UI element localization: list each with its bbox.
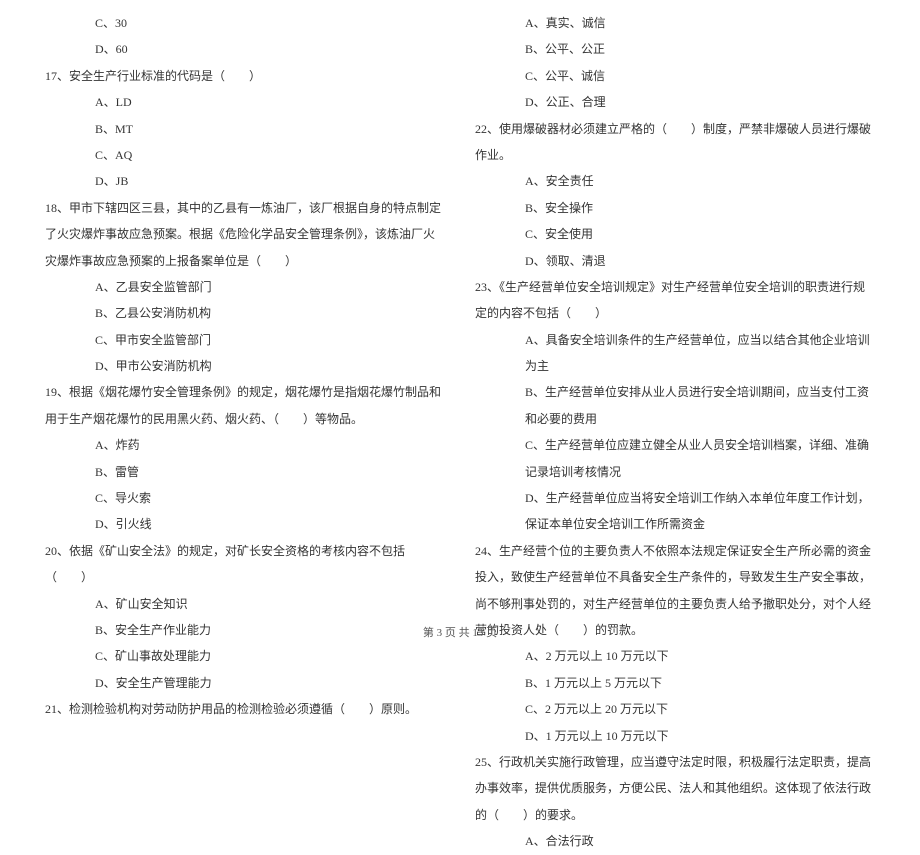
option: C、矿山事故处理能力: [45, 643, 445, 669]
option: B、公平、公正: [475, 36, 875, 62]
option: B、安全操作: [475, 195, 875, 221]
question-25: 25、行政机关实施行政管理，应当遵守法定时限，积极履行法定职责，提高办事效率，提…: [475, 749, 875, 828]
option: C、生产经营单位应建立健全从业人员安全培训档案，详细、准确记录培训考核情况: [475, 432, 875, 485]
option: C、安全使用: [475, 221, 875, 247]
option: A、乙县安全监管部门: [45, 274, 445, 300]
option: B、MT: [45, 116, 445, 142]
option: A、合法行政: [475, 828, 875, 854]
page-container: C、30 D、60 17、安全生产行业标准的代码是（ ） A、LD B、MT C…: [0, 0, 920, 855]
option: D、甲市公安消防机构: [45, 353, 445, 379]
option: A、矿山安全知识: [45, 591, 445, 617]
option: D、安全生产管理能力: [45, 670, 445, 696]
option: A、LD: [45, 89, 445, 115]
option: C、导火索: [45, 485, 445, 511]
option: D、JB: [45, 168, 445, 194]
left-column: C、30 D、60 17、安全生产行业标准的代码是（ ） A、LD B、MT C…: [30, 10, 460, 855]
option: D、引火线: [45, 511, 445, 537]
option: C、公平、诚信: [475, 63, 875, 89]
question-19: 19、根据《烟花爆竹安全管理条例》的规定，烟花爆竹是指烟花爆竹制品和用于生产烟花…: [45, 379, 445, 432]
option: D、1 万元以上 10 万元以下: [475, 723, 875, 749]
option: D、领取、清退: [475, 248, 875, 274]
option: B、1 万元以上 5 万元以下: [475, 670, 875, 696]
question-22: 22、使用爆破器材必须建立严格的（ ）制度，严禁非爆破人员进行爆破作业。: [475, 116, 875, 169]
option: C、30: [45, 10, 445, 36]
option: D、60: [45, 36, 445, 62]
question-20: 20、依据《矿山安全法》的规定，对矿长安全资格的考核内容不包括（ ）: [45, 538, 445, 591]
option: B、生产经营单位安排从业人员进行安全培训期间，应当支付工资和必要的费用: [475, 379, 875, 432]
option: B、雷管: [45, 459, 445, 485]
question-18: 18、甲市下辖四区三县，其中的乙县有一炼油厂，该厂根据自身的特点制定了火灾爆炸事…: [45, 195, 445, 274]
option: A、2 万元以上 10 万元以下: [475, 643, 875, 669]
option: C、甲市安全监管部门: [45, 327, 445, 353]
option: A、炸药: [45, 432, 445, 458]
option: A、真实、诚信: [475, 10, 875, 36]
option: A、具备安全培训条件的生产经营单位，应当以结合其他企业培训为主: [475, 327, 875, 380]
option: B、乙县公安消防机构: [45, 300, 445, 326]
question-17: 17、安全生产行业标准的代码是（ ）: [45, 63, 445, 89]
option: C、AQ: [45, 142, 445, 168]
option: C、2 万元以上 20 万元以下: [475, 696, 875, 722]
question-23: 23、《生产经营单位安全培训规定》对生产经营单位安全培训的职责进行规定的内容不包…: [475, 274, 875, 327]
question-21: 21、检测检验机构对劳动防护用品的检测检验必须遵循（ ）原则。: [45, 696, 445, 722]
option: D、公正、合理: [475, 89, 875, 115]
right-column: A、真实、诚信 B、公平、公正 C、公平、诚信 D、公正、合理 22、使用爆破器…: [460, 10, 890, 855]
page-footer: 第 3 页 共 13 页: [0, 624, 920, 640]
option: A、安全责任: [475, 168, 875, 194]
option: D、生产经营单位应当将安全培训工作纳入本单位年度工作计划，保证本单位安全培训工作…: [475, 485, 875, 538]
